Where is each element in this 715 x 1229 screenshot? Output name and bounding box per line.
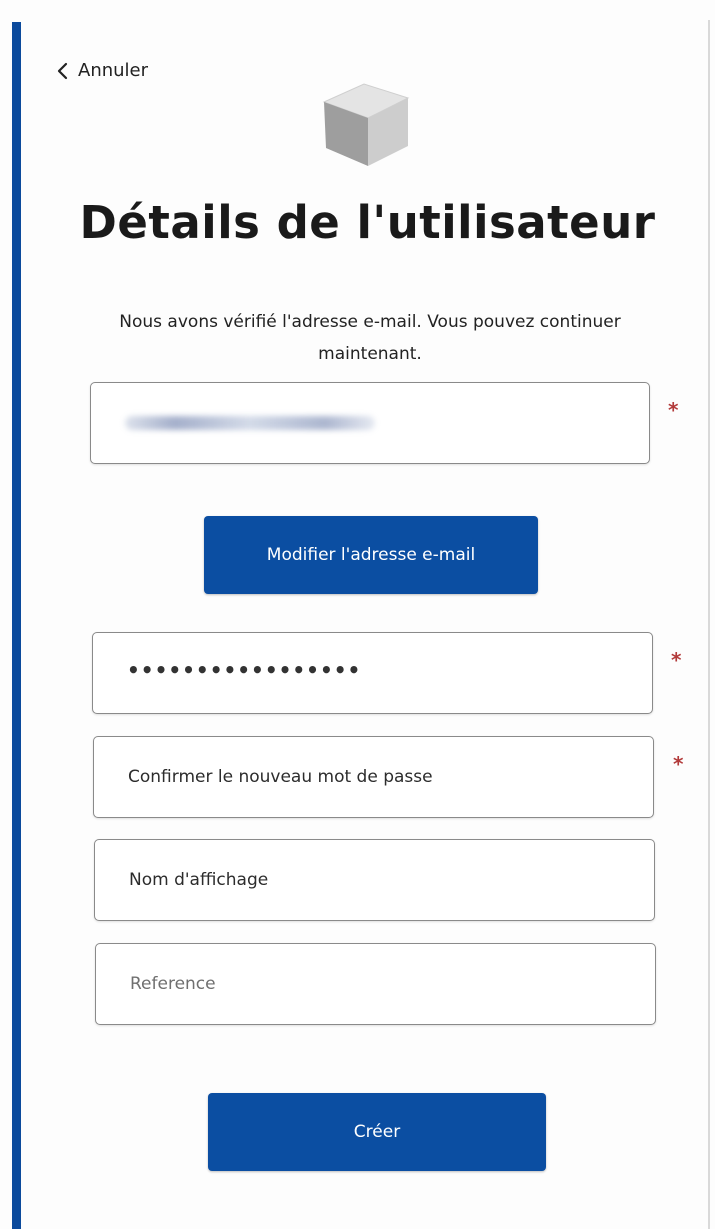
cancel-link[interactable]: Annuler — [56, 60, 148, 81]
email-required-marker: * — [668, 398, 679, 422]
chevron-left-icon — [56, 62, 68, 80]
cube-icon — [318, 80, 414, 170]
page-title: Détails de l'utilisateur — [79, 196, 656, 249]
confirm-password-required-marker: * — [673, 752, 684, 776]
password-required-marker: * — [671, 648, 682, 672]
create-button[interactable]: Créer — [208, 1093, 546, 1171]
intro-text: Nous avons vérifié l'adresse e-mail. Vou… — [119, 312, 621, 364]
password-value: ••••••••••••••••• — [127, 658, 362, 682]
display-name-field[interactable]: Nom d'affichage — [94, 839, 655, 921]
display-name-placeholder: Nom d'affichage — [129, 870, 269, 890]
reference-placeholder: Reference — [130, 974, 216, 994]
email-field[interactable] — [90, 382, 650, 464]
confirm-password-placeholder: Confirmer le nouveau mot de passe — [128, 767, 433, 787]
user-details-page: Annuler Détails de l'utilisateur Nous av… — [0, 0, 715, 1229]
reference-field[interactable]: Reference — [95, 943, 656, 1025]
cancel-link-label: Annuler — [78, 60, 149, 81]
blurred-email-value — [125, 416, 375, 430]
password-field[interactable]: ••••••••••••••••• — [92, 632, 653, 714]
confirm-password-field[interactable]: Confirmer le nouveau mot de passe — [93, 736, 654, 818]
change-email-button[interactable]: Modifier l'adresse e-mail — [204, 516, 538, 594]
